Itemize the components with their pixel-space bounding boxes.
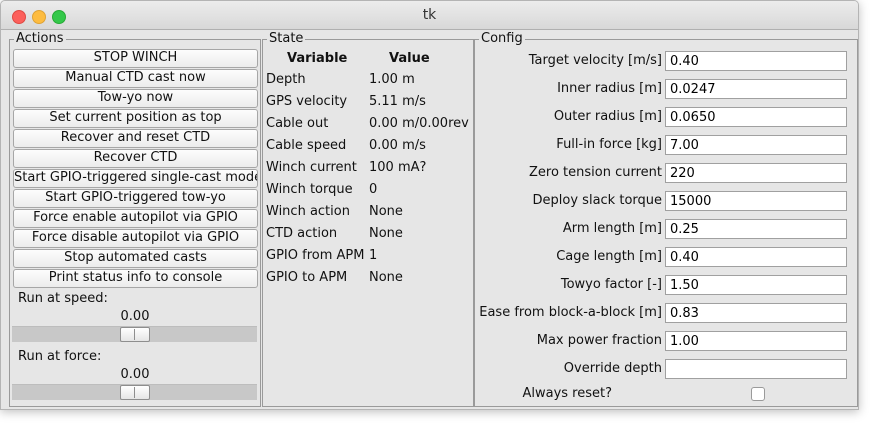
state-variable: GPIO to APM (266, 270, 348, 285)
state-value: None (369, 270, 403, 285)
stop-automated-casts-button[interactable]: Stop automated casts (13, 249, 258, 268)
state-panel: State Variable Value Depth 1.00 m GPS ve… (262, 31, 474, 407)
state-value: 0.00 m/s (369, 138, 426, 153)
full-in-force-label: Full-in force [kg] (556, 137, 662, 152)
state-value: None (369, 204, 403, 219)
actions-panel: Actions STOP WINCH Manual CTD cast now T… (9, 31, 261, 407)
speed-slider-trough[interactable] (12, 326, 257, 342)
print-status-button[interactable]: Print status info to console (13, 269, 258, 288)
state-value: None (369, 226, 403, 241)
force-slider-handle[interactable] (120, 385, 150, 400)
force-slider-trough[interactable] (12, 384, 257, 400)
towyo-factor-input[interactable] (665, 275, 847, 295)
arm-length-input[interactable] (665, 219, 847, 239)
state-value: 0 (369, 182, 378, 197)
ease-from-block-input[interactable] (665, 303, 847, 323)
max-power-fraction-input[interactable] (665, 331, 847, 351)
zero-tension-current-input[interactable] (665, 163, 847, 183)
full-in-force-input[interactable] (665, 135, 847, 155)
target-velocity-label: Target velocity [m/s] (528, 53, 662, 68)
config-panel: Config Target velocity [m/s] Inner radiu… (474, 31, 858, 407)
deploy-slack-torque-label: Deploy slack torque (532, 193, 662, 208)
gpio-tow-yo-button[interactable]: Start GPIO-triggered tow-yo (13, 189, 258, 208)
state-value: 0.00 m/0.00rev (369, 116, 469, 131)
state-variable: CTD action (266, 226, 338, 241)
state-panel-title: State (267, 31, 306, 47)
state-variable: Winch action (266, 204, 350, 219)
arm-length-label: Arm length [m] (562, 221, 662, 236)
inner-radius-input[interactable] (665, 79, 847, 99)
state-value: 100 mA? (369, 160, 427, 175)
state-variable: Winch torque (266, 182, 353, 197)
always-reset-label: Always reset? (522, 386, 612, 401)
state-variable: Winch current (266, 160, 357, 175)
tow-yo-now-button[interactable]: Tow-yo now (13, 89, 258, 108)
override-depth-input[interactable] (665, 359, 847, 379)
max-power-fraction-label: Max power fraction (536, 333, 662, 348)
actions-panel-title: Actions (14, 31, 66, 47)
state-value: 1 (369, 248, 378, 263)
target-velocity-input[interactable] (665, 51, 847, 71)
cage-length-label: Cage length [m] (556, 249, 662, 264)
config-panel-title: Config (479, 31, 525, 47)
value-column-header: Value (389, 51, 430, 66)
force-value: 0.00 (120, 367, 150, 382)
speed-value: 0.00 (120, 309, 150, 324)
app-window: tk Actions STOP WINCH Manual CTD cast no… (0, 0, 859, 410)
state-value: 5.11 m/s (369, 94, 426, 109)
recover-reset-ctd-button[interactable]: Recover and reset CTD (13, 129, 258, 148)
gpio-single-cast-button[interactable]: Start GPIO-triggered single-cast mode (13, 169, 258, 188)
inner-radius-label: Inner radius [m] (557, 81, 662, 96)
window-title: tk (422, 7, 437, 23)
set-top-position-button[interactable]: Set current position as top (13, 109, 258, 128)
manual-ctd-cast-button[interactable]: Manual CTD cast now (13, 69, 258, 88)
ease-from-block-label: Ease from block-a-block [m] (479, 305, 662, 320)
always-reset-checkbox[interactable] (751, 387, 765, 401)
variable-column-header: Variable (287, 51, 348, 66)
state-variable: GPIO from APM (266, 248, 365, 263)
cage-length-input[interactable] (665, 247, 847, 267)
state-variable: Depth (266, 72, 306, 87)
stop-winch-button[interactable]: STOP WINCH (13, 49, 258, 68)
override-depth-label: Override depth (563, 361, 662, 376)
state-value: 1.00 m (369, 72, 415, 87)
force-enable-autopilot-button[interactable]: Force enable autopilot via GPIO (13, 209, 258, 228)
speed-slider-handle[interactable] (120, 327, 150, 342)
towyo-factor-label: Towyo factor [-] (560, 277, 662, 292)
state-variable: Cable out (266, 116, 329, 131)
state-variable: GPS velocity (266, 94, 348, 109)
force-disable-autopilot-button[interactable]: Force disable autopilot via GPIO (13, 229, 258, 248)
deploy-slack-torque-input[interactable] (665, 191, 847, 211)
state-variable: Cable speed (266, 138, 347, 153)
run-at-speed-label: Run at speed: (18, 291, 108, 306)
zero-tension-current-label: Zero tension current (529, 165, 662, 180)
recover-ctd-button[interactable]: Recover CTD (13, 149, 258, 168)
title-bar: tk (1, 1, 858, 30)
outer-radius-input[interactable] (665, 107, 847, 127)
outer-radius-label: Outer radius [m] (553, 109, 662, 124)
run-at-force-label: Run at force: (18, 349, 102, 364)
